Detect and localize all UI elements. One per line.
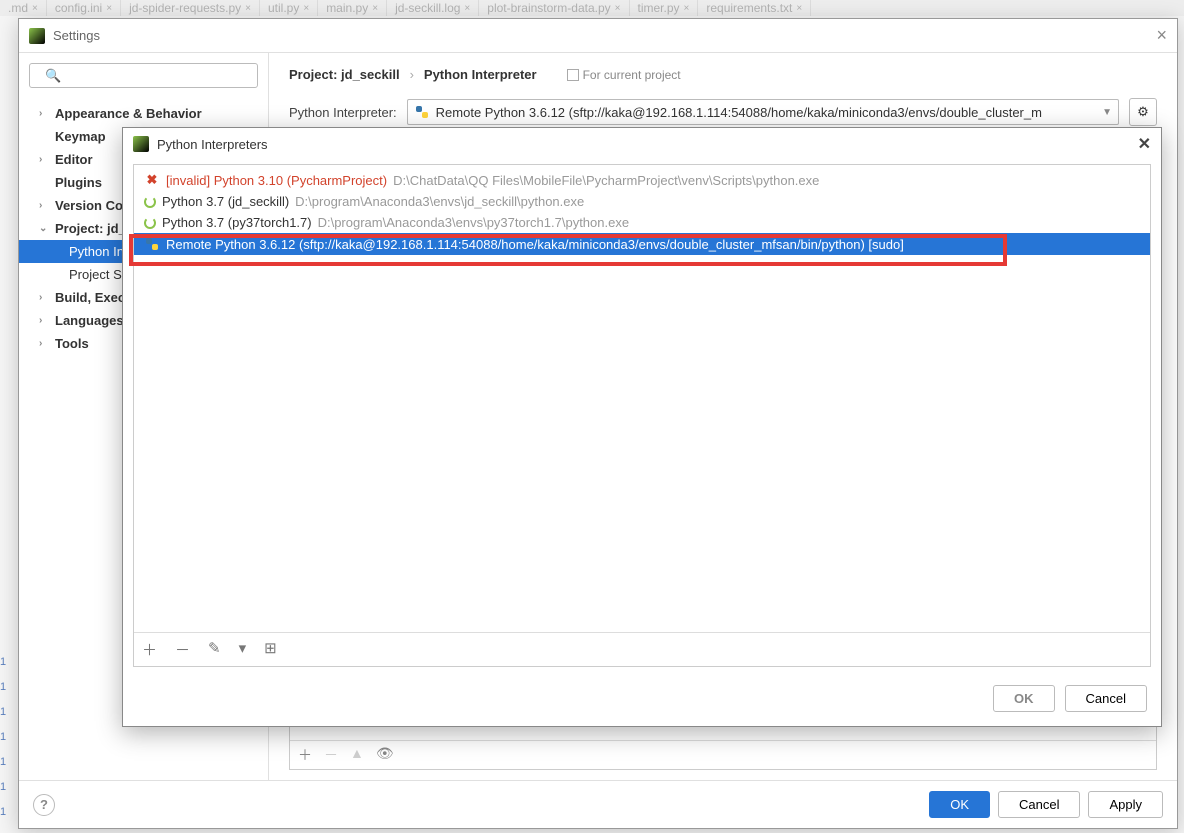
interpreter-label: Python Interpreter: <box>289 105 397 120</box>
background-line-numbers: 1111111 <box>0 650 6 825</box>
interpreter-list[interactable]: ✖ [invalid] Python 3.10 (PycharmProject)… <box>134 165 1150 632</box>
cancel-button[interactable]: Cancel <box>1065 685 1147 712</box>
show-early-releases-button[interactable]: 👁 <box>376 745 394 765</box>
filter-button[interactable]: ▾ <box>239 639 247 660</box>
editor-tab[interactable]: requirements.txt× <box>698 0 811 16</box>
python-icon <box>144 236 160 252</box>
loading-icon <box>144 196 156 208</box>
breadcrumb-separator: › <box>410 67 414 82</box>
editor-tab[interactable]: .md× <box>0 0 47 16</box>
close-icon[interactable]: × <box>1156 25 1167 46</box>
packages-toolbar: ＋ － ▲ 👁 <box>290 740 1156 769</box>
editor-tab[interactable]: main.py× <box>318 0 387 16</box>
app-icon <box>29 28 45 44</box>
dialog-footer: ? OK Cancel Apply <box>19 780 1177 828</box>
tree-appearance[interactable]: ›Appearance & Behavior <box>19 102 268 125</box>
python-icon <box>414 104 430 120</box>
editor-tab[interactable]: jd-spider-requests.py× <box>121 0 260 16</box>
invalid-icon: ✖ <box>144 172 160 188</box>
editor-tab[interactable]: config.ini× <box>47 0 121 16</box>
editor-tab[interactable]: jd-seckill.log× <box>387 0 479 16</box>
interpreter-item[interactable]: Python 3.7 (jd_seckill) D:\program\Anaco… <box>134 191 1150 212</box>
popup-titlebar: Python Interpreters ✕ <box>123 128 1161 160</box>
app-icon <box>133 136 149 152</box>
editor-tab[interactable]: timer.py× <box>630 0 699 16</box>
add-interpreter-button[interactable]: ＋ <box>142 639 157 660</box>
interpreter-value: Remote Python 3.6.12 (sftp://kaka@192.16… <box>436 105 1042 120</box>
upgrade-package-button[interactable]: ▲ <box>350 745 364 765</box>
search-input[interactable] <box>29 63 258 88</box>
popup-title: Python Interpreters <box>157 137 268 152</box>
interpreter-toolbar: ＋ － ✎ ▾ ⊞ <box>134 632 1150 666</box>
loading-icon <box>144 217 156 229</box>
interpreter-item[interactable]: ✖ [invalid] Python 3.10 (PycharmProject)… <box>134 169 1150 191</box>
gear-icon: ⚙ <box>1137 104 1149 120</box>
scope-label: For current project <box>567 68 681 82</box>
breadcrumb-project: Project: jd_seckill <box>289 67 400 82</box>
apply-button[interactable]: Apply <box>1088 791 1163 818</box>
interpreter-dropdown[interactable]: Remote Python 3.6.12 (sftp://kaka@192.16… <box>407 99 1119 125</box>
dialog-titlebar: Settings × <box>19 19 1177 53</box>
remove-interpreter-button[interactable]: － <box>175 639 190 660</box>
popup-footer: OK Cancel <box>123 675 1161 726</box>
cancel-button[interactable]: Cancel <box>998 791 1080 818</box>
ok-button[interactable]: OK <box>929 791 990 818</box>
breadcrumb: Project: jd_seckill › Python Interpreter… <box>269 53 1177 90</box>
help-button[interactable]: ? <box>33 794 55 816</box>
remove-package-button[interactable]: － <box>324 745 338 765</box>
interpreter-item-selected[interactable]: Remote Python 3.6.12 (sftp://kaka@192.16… <box>134 233 1150 255</box>
breadcrumb-page: Python Interpreter <box>424 67 537 82</box>
chevron-down-icon: ▼ <box>1102 107 1112 118</box>
interpreter-item[interactable]: Python 3.7 (py37torch1.7) D:\program\Ana… <box>134 212 1150 233</box>
close-icon[interactable]: ✕ <box>1138 134 1151 154</box>
python-interpreters-dialog: Python Interpreters ✕ ✖ [invalid] Python… <box>122 127 1162 727</box>
show-paths-button[interactable]: ⊞ <box>264 639 277 660</box>
interpreter-settings-button[interactable]: ⚙ <box>1129 98 1157 126</box>
add-package-button[interactable]: ＋ <box>298 745 312 765</box>
edit-interpreter-button[interactable]: ✎ <box>208 639 221 660</box>
dialog-title: Settings <box>53 28 100 43</box>
editor-tab[interactable]: plot-brainstorm-data.py× <box>479 0 629 16</box>
editor-tab[interactable]: util.py× <box>260 0 318 16</box>
background-editor-tabs: .md× config.ini× jd-spider-requests.py× … <box>0 0 1184 16</box>
copy-icon <box>567 69 579 81</box>
ok-button[interactable]: OK <box>993 685 1055 712</box>
